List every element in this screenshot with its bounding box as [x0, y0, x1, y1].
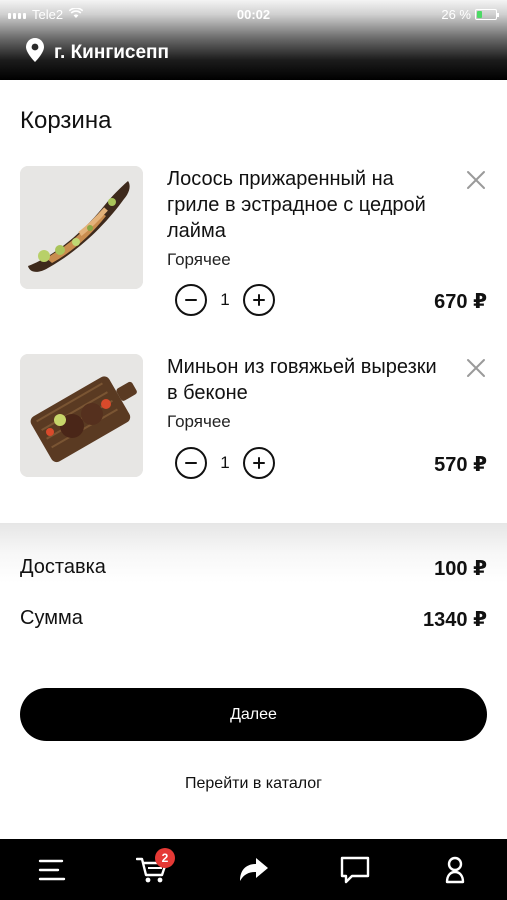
minus-icon [185, 462, 197, 464]
quantity-stepper: 1 [175, 284, 275, 316]
cart-item: Миньон из говяжьей вырезки в беконе Горя… [20, 354, 487, 484]
chat-icon [340, 856, 370, 883]
nav-chat[interactable] [325, 839, 385, 900]
total-label: Сумма [20, 607, 83, 629]
decrease-quantity-button[interactable] [175, 284, 207, 316]
share-icon [240, 857, 268, 881]
increase-quantity-button[interactable] [243, 284, 275, 316]
close-icon [467, 359, 485, 377]
app-header: Tele2 00:02 26 % г. Кингисепп [0, 0, 507, 80]
location-pin-icon [26, 38, 44, 67]
delivery-value: 100 ₽ [434, 558, 487, 580]
cart-badge: 2 [155, 848, 175, 868]
nav-share[interactable] [224, 839, 284, 900]
delivery-label: Доставка [20, 556, 106, 578]
item-category: Горячее [167, 412, 231, 431]
decrease-quantity-button[interactable] [175, 447, 207, 479]
plus-icon [253, 294, 265, 306]
status-right: 26 % [441, 7, 499, 22]
city-name: г. Кингисепп [54, 41, 170, 63]
item-price: 670 ₽ [434, 291, 487, 313]
battery-icon [475, 9, 499, 20]
item-name: Лосось прижаренный на гриле в эстрадное … [167, 168, 426, 242]
order-summary: Доставка 100 ₽ Сумма 1340 ₽ Далее Перейт… [0, 523, 507, 839]
cart-item: Лосось прижаренный на гриле в эстрадное … [20, 166, 487, 316]
nav-menu[interactable] [22, 839, 82, 900]
product-image-mignon [20, 354, 143, 477]
plus-icon [253, 457, 265, 469]
battery-level [477, 11, 482, 18]
item-category: Горячее [167, 250, 231, 269]
profile-icon [445, 856, 465, 883]
status-time: 00:02 [236, 7, 271, 22]
next-button[interactable]: Далее [20, 688, 487, 741]
item-price: 570 ₽ [434, 454, 487, 476]
delivery-row: Доставка 100 ₽ [20, 556, 487, 581]
page-title: Корзина [20, 107, 112, 134]
total-row: Сумма 1340 ₽ [20, 607, 487, 632]
product-image-salmon [20, 166, 143, 289]
go-to-catalog-link[interactable]: Перейти в каталог [0, 775, 507, 793]
item-name: Миньон из говяжьей вырезки в беконе [167, 356, 437, 404]
menu-icon [38, 859, 66, 880]
quantity-value: 1 [220, 290, 230, 309]
quantity-value: 1 [220, 453, 230, 472]
status-bar: Tele2 00:02 26 % [0, 0, 507, 28]
city-selector[interactable]: г. Кингисепп [26, 38, 169, 67]
remove-item-button[interactable] [465, 169, 487, 191]
quantity-stepper: 1 [175, 447, 275, 479]
remove-item-button[interactable] [465, 357, 487, 379]
nav-cart[interactable]: 2 [122, 839, 182, 900]
total-value: 1340 ₽ [423, 609, 487, 631]
bottom-navigation: 2 [0, 839, 507, 900]
minus-icon [185, 299, 197, 301]
battery-percent: 26 % [441, 7, 471, 22]
nav-profile[interactable] [425, 839, 485, 900]
increase-quantity-button[interactable] [243, 447, 275, 479]
close-icon [467, 171, 485, 189]
